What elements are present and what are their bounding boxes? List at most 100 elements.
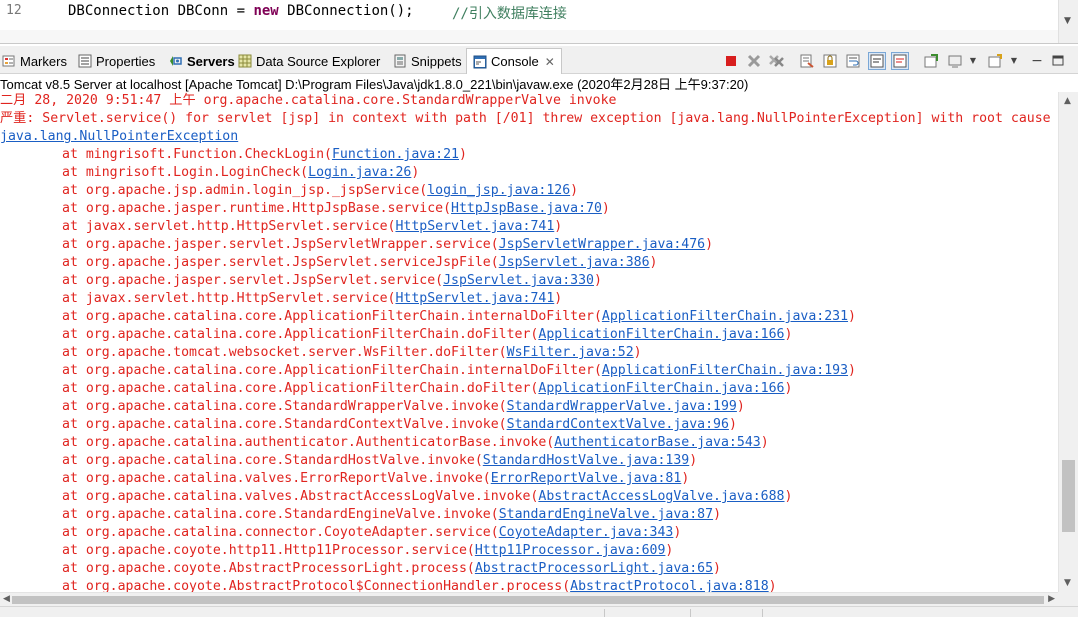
source-link[interactable]: HttpServlet.java:741 [395, 219, 554, 234]
stack-frame-close-paren: ) [736, 399, 745, 414]
source-link[interactable]: AbstractProcessorLight.java:65 [475, 561, 713, 576]
scrollbar-thumb[interactable] [12, 596, 1044, 604]
source-link[interactable]: Function.java:21 [332, 147, 459, 162]
code-comment: //引入数据库连接 [452, 6, 567, 22]
stack-frame: at org.apache.catalina.core.ApplicationF… [0, 308, 1058, 326]
stack-frame-close-paren: ) [681, 471, 690, 486]
stack-frame-text: at org.apache.catalina.connector.CoyoteA… [62, 525, 499, 540]
stack-frame: at org.apache.coyote.AbstractProtocol$Co… [0, 578, 1058, 592]
source-link[interactable]: ErrorReportValve.java:81 [491, 471, 682, 486]
stack-frame-close-paren: ) [713, 561, 721, 576]
word-wrap-button[interactable] [844, 52, 862, 70]
scroll-down-icon[interactable]: ▼ [1064, 578, 1071, 588]
stack-frame-text: at org.apache.catalina.valves.AbstractAc… [62, 489, 539, 504]
editor-area[interactable]: 12 DBConnection DBConn = new DBConnectio… [0, 0, 1078, 44]
source-link[interactable]: JspServletWrapper.java:476 [499, 237, 705, 252]
source-link[interactable]: JspServlet.java:330 [443, 273, 594, 288]
console-icon [473, 55, 487, 69]
source-link[interactable]: AbstractAccessLogValve.java:688 [538, 489, 784, 504]
stack-frame: at org.apache.catalina.authenticator.Aut… [0, 434, 1058, 452]
editor-horizontal-scrollbar[interactable] [0, 30, 1058, 43]
minimize-button[interactable]: − [1028, 52, 1046, 70]
terminate-button[interactable] [722, 52, 740, 70]
open-console-dropdown[interactable]: ▼ [1005, 52, 1023, 70]
source-link[interactable]: StandardHostValve.java:139 [483, 453, 689, 468]
source-link[interactable]: ApplicationFilterChain.java:166 [538, 381, 784, 396]
stack-frame-close-paren: ) [649, 255, 658, 270]
pin-console-button[interactable] [922, 52, 940, 70]
show-on-output-icon [870, 54, 884, 68]
source-link[interactable]: ApplicationFilterChain.java:193 [602, 363, 848, 378]
stack-frame: at org.apache.jsp.admin.login_jsp._jspSe… [0, 182, 1058, 200]
stack-frame-close-paren: ) [713, 507, 722, 522]
source-link[interactable]: Login.java:26 [308, 165, 411, 180]
source-link[interactable]: WsFilter.java:52 [507, 345, 634, 360]
show-on-error-icon [893, 54, 907, 68]
tab-data-source-explorer[interactable]: Data Source Explorer [238, 50, 380, 72]
tab-console[interactable]: Console ✕ [466, 48, 562, 74]
editor-vertical-scrollbar[interactable]: ▼ [1058, 0, 1078, 43]
tab-servers[interactable]: Servers [169, 50, 235, 72]
status-bar [0, 606, 1078, 617]
stack-frame: at org.apache.tomcat.websocket.server.Ws… [0, 344, 1058, 362]
source-link[interactable]: AuthenticatorBase.java:543 [554, 435, 760, 450]
source-link[interactable]: AbstractProtocol.java:818 [570, 579, 769, 592]
stack-frame-close-paren: ) [728, 417, 737, 432]
source-link[interactable]: StandardEngineValve.java:87 [499, 507, 713, 522]
stack-frame-close-paren: ) [593, 273, 602, 288]
source-link[interactable]: HttpJspBase.java:70 [451, 201, 602, 216]
code-line: DBConnection DBConn = new DBConnection()… [68, 3, 414, 19]
source-link[interactable]: CoyoteAdapter.java:343 [499, 525, 674, 540]
close-icon[interactable]: ✕ [545, 55, 555, 69]
tab-markers[interactable]: Markers [2, 50, 67, 72]
scroll-up-icon[interactable]: ▲ [1064, 96, 1071, 106]
source-link[interactable]: Http11Processor.java:609 [475, 543, 666, 558]
clear-console-button[interactable] [798, 52, 816, 70]
stack-frame-close-paren: ) [601, 201, 610, 216]
stack-frame-text: at org.apache.catalina.core.StandardWrap… [62, 399, 507, 414]
stack-frame-text: at org.apache.catalina.core.ApplicationF… [62, 327, 539, 342]
stack-frame-close-paren: ) [554, 219, 563, 234]
scrollbar-thumb[interactable] [1062, 460, 1075, 532]
stack-frame-close-paren: ) [784, 381, 793, 396]
code-rest: DBConnection(); [278, 3, 414, 19]
source-link[interactable]: login_jsp.java:126 [427, 183, 570, 198]
stack-frame-text: at org.apache.catalina.core.StandardCont… [62, 417, 507, 432]
tab-label: Console [491, 54, 539, 69]
views-tab-bar: Markers Properties Servers Data Source E… [0, 46, 1078, 74]
exception-link[interactable]: java.lang.NullPointerException [0, 129, 238, 144]
display-console-dropdown[interactable]: ▼ [964, 52, 982, 70]
stack-frame-text: at org.apache.catalina.core.ApplicationF… [62, 309, 602, 324]
stack-frame-close-paren: ) [689, 453, 698, 468]
status-divider [690, 609, 691, 617]
source-link[interactable]: StandardWrapperValve.java:199 [507, 399, 737, 414]
stack-frame: at org.apache.catalina.valves.ErrorRepor… [0, 470, 1058, 488]
source-link[interactable]: JspServlet.java:386 [499, 255, 650, 270]
source-link[interactable]: ApplicationFilterChain.java:231 [602, 309, 848, 324]
stack-frame-close-paren: ) [848, 363, 856, 378]
stack-trace: at mingrisoft.Function.CheckLogin(Functi… [0, 146, 1058, 592]
source-link[interactable]: ApplicationFilterChain.java:166 [538, 327, 784, 342]
tab-snippets[interactable]: Snippets [393, 50, 462, 72]
console-horizontal-scrollbar[interactable]: ◀ ▶ [0, 592, 1058, 606]
scroll-lock-button[interactable] [821, 52, 839, 70]
word-wrap-icon [846, 54, 860, 68]
tab-properties[interactable]: Properties [78, 50, 155, 72]
stack-frame-close-paren: ) [633, 345, 642, 360]
show-console-on-stdout-button[interactable] [868, 52, 886, 70]
scroll-right-icon[interactable]: ▶ [1048, 594, 1055, 604]
scroll-left-icon[interactable]: ◀ [3, 594, 10, 604]
open-console-button[interactable] [986, 52, 1004, 70]
show-console-on-stderr-button[interactable] [891, 52, 909, 70]
remove-all-terminated-button[interactable] [768, 52, 786, 70]
display-selected-console-button[interactable] [946, 52, 964, 70]
source-link[interactable]: StandardContextValve.java:96 [507, 417, 729, 432]
maximize-button[interactable] [1049, 52, 1067, 70]
stack-frame: at org.apache.catalina.core.ApplicationF… [0, 362, 1058, 380]
console-vertical-scrollbar[interactable]: ▲ ▼ [1058, 92, 1078, 592]
stack-frame-text: at org.apache.catalina.valves.ErrorRepor… [62, 471, 491, 486]
scroll-down-icon[interactable]: ▼ [1064, 16, 1071, 26]
console-output[interactable]: 二月 28, 2020 9:51:47 上午 org.apache.catali… [0, 92, 1058, 592]
remove-launch-button[interactable] [745, 52, 763, 70]
source-link[interactable]: HttpServlet.java:741 [395, 291, 554, 306]
